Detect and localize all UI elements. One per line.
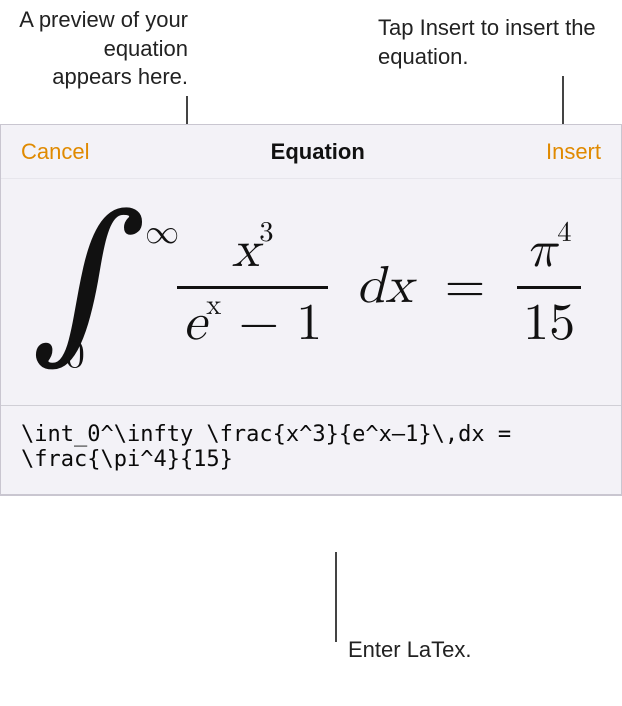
fraction-bar — [177, 286, 328, 289]
dx-x: x — [385, 261, 412, 313]
den-e: e — [183, 298, 206, 350]
integral-glyph: ∫ — [31, 202, 147, 372]
dx-d: d — [356, 261, 385, 313]
callout-insert-text: Tap Insert to insert the equation. — [378, 14, 610, 71]
insert-button[interactable]: Insert — [546, 139, 601, 165]
integral-upper-bound: ∞ — [145, 213, 179, 254]
panel-divider — [1, 494, 621, 495]
den-e-exp: x — [206, 291, 221, 320]
fraction-bar-2 — [517, 286, 581, 289]
integrand-numerator: x3 — [226, 220, 280, 282]
dx-term: dx — [356, 256, 412, 318]
result-denominator: 15 — [517, 293, 581, 355]
equation-preview: ∫ ∞ 0 x3 ex − 1 dx = π4 — [1, 179, 621, 405]
equation-dialog: Cancel Equation Insert ∫ ∞ 0 x3 ex − 1 d… — [0, 124, 622, 496]
latex-input[interactable]: \int_0^\infty \frac{x^3}{e^x–1}\,dx = \f… — [1, 405, 621, 494]
result-numerator: π4 — [521, 220, 578, 282]
result-num-base: π — [527, 225, 557, 277]
num-base: x — [232, 225, 259, 277]
num-exp: 3 — [259, 218, 273, 247]
callout-latex-line — [335, 552, 337, 642]
integrand-denominator: ex − 1 — [177, 293, 328, 355]
integrand-fraction: x3 ex − 1 — [177, 220, 328, 355]
result-fraction: π4 15 — [517, 220, 581, 355]
equation-rendered: ∫ ∞ 0 x3 ex − 1 dx = π4 — [31, 219, 591, 355]
dialog-title: Equation — [271, 139, 365, 165]
integral-symbol: ∫ ∞ 0 — [31, 219, 159, 355]
callout-latex-text: Enter LaTex. — [348, 636, 472, 665]
den-tail: − 1 — [221, 298, 322, 350]
result-num-exp: 4 — [557, 218, 571, 247]
dialog-toolbar: Cancel Equation Insert — [1, 125, 621, 179]
callout-preview-text: A preview of your equation appears here. — [18, 6, 188, 92]
integral-lower-bound: 0 — [65, 331, 85, 379]
cancel-button[interactable]: Cancel — [21, 139, 89, 165]
equals-sign: = — [445, 256, 485, 318]
